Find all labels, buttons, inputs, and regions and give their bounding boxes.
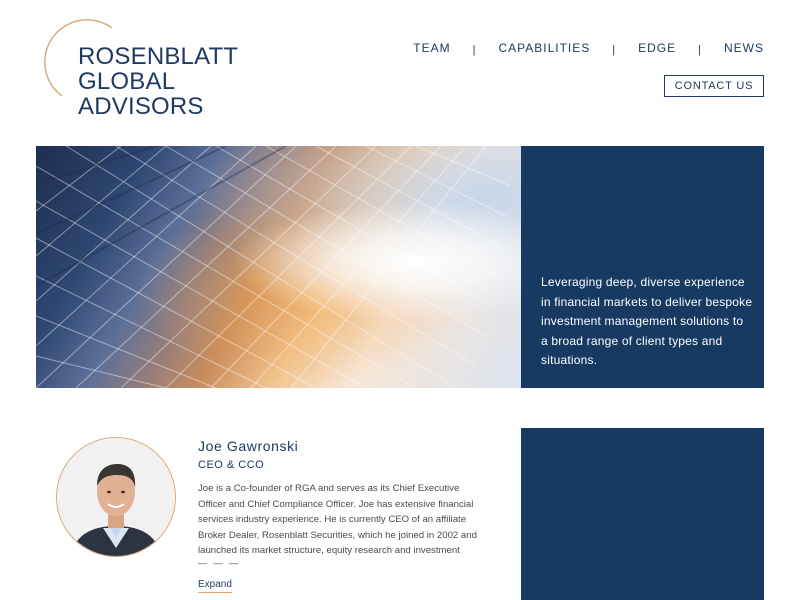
avatar <box>56 437 176 557</box>
logo-wordmark: ROSENBLATT GLOBAL ADVISORS <box>78 44 238 119</box>
nav-item-news[interactable]: NEWS <box>724 41 764 55</box>
expand-link[interactable]: Expand <box>198 579 232 593</box>
page: ROSENBLATT GLOBAL ADVISORS TEAM | CAPABI… <box>0 0 800 600</box>
nav-separator: | <box>698 44 702 56</box>
person-portrait-icon <box>57 438 175 556</box>
logo[interactable]: ROSENBLATT GLOBAL ADVISORS <box>34 10 254 120</box>
logo-line-3: ADVISORS <box>78 93 204 120</box>
bio-ellipsis: — — — <box>198 558 241 568</box>
main-nav: TEAM | CAPABILITIES | EDGE | NEWS <box>413 41 764 56</box>
contact-us-button[interactable]: CONTACT US <box>664 75 764 97</box>
hero-panel: Leveraging deep, diverse experience in f… <box>521 146 764 388</box>
member-name: Joe Gawronski <box>198 438 299 454</box>
logo-line-2: GLOBAL <box>78 68 176 95</box>
nav-item-team[interactable]: TEAM <box>413 41 450 55</box>
hero-building-image <box>36 146 521 388</box>
member-role: CEO & CCO <box>198 459 265 471</box>
nav-separator: | <box>472 44 477 56</box>
member-bio: Joe is a Co-founder of RGA and serves as… <box>198 483 477 556</box>
hero-tagline: Leveraging deep, diverse experience in f… <box>541 275 753 367</box>
logo-line-1: ROSENBLATT <box>78 43 239 70</box>
nav-separator: | <box>612 44 617 56</box>
nav-item-capabilities[interactable]: CAPABILITIES <box>498 41 590 55</box>
nav-item-edge[interactable]: EDGE <box>638 41 676 55</box>
navy-content-block <box>521 428 764 600</box>
glass-facade-grid <box>36 146 512 388</box>
hero-section: Leveraging deep, diverse experience in f… <box>36 146 764 388</box>
